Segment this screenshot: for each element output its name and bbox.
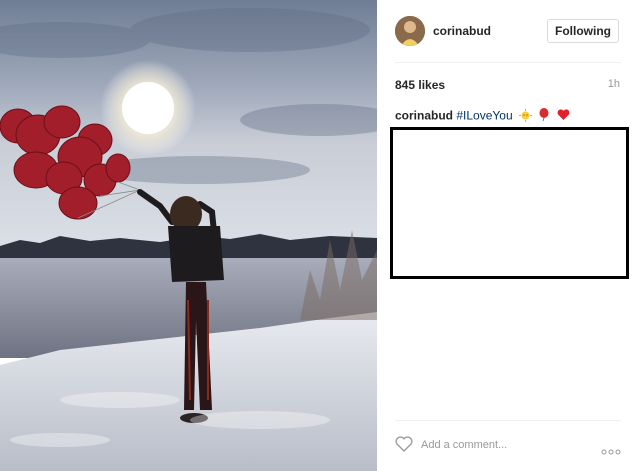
balloon-emoji-icon — [538, 108, 550, 125]
post-photo[interactable] — [0, 0, 377, 471]
red-heart-emoji-icon — [557, 109, 570, 124]
header-divider — [395, 62, 621, 63]
hashtag-link[interactable]: #ILoveYou — [456, 109, 512, 123]
photo-image — [0, 0, 377, 471]
post-sidebar: corinabud Following 845 likes 1h corinab… — [377, 0, 640, 471]
likes-count[interactable]: 845 likes — [395, 78, 445, 92]
avatar[interactable] — [395, 16, 425, 46]
comment-input[interactable] — [421, 436, 571, 454]
post-header: corinabud Following — [377, 0, 640, 62]
post-caption: corinabud #ILoveYou — [395, 108, 570, 125]
username-link[interactable]: corinabud — [433, 24, 491, 38]
post-time: 1h — [607, 78, 620, 90]
heart-icon[interactable] — [395, 436, 413, 457]
caption-username-link[interactable]: corinabud — [395, 109, 453, 123]
following-button[interactable]: Following — [547, 19, 619, 43]
avatar-image — [395, 16, 425, 46]
comment-bar — [377, 420, 640, 471]
sun-emoji-icon — [518, 108, 532, 125]
redacted-box — [390, 127, 629, 279]
more-options-icon[interactable] — [601, 442, 621, 460]
